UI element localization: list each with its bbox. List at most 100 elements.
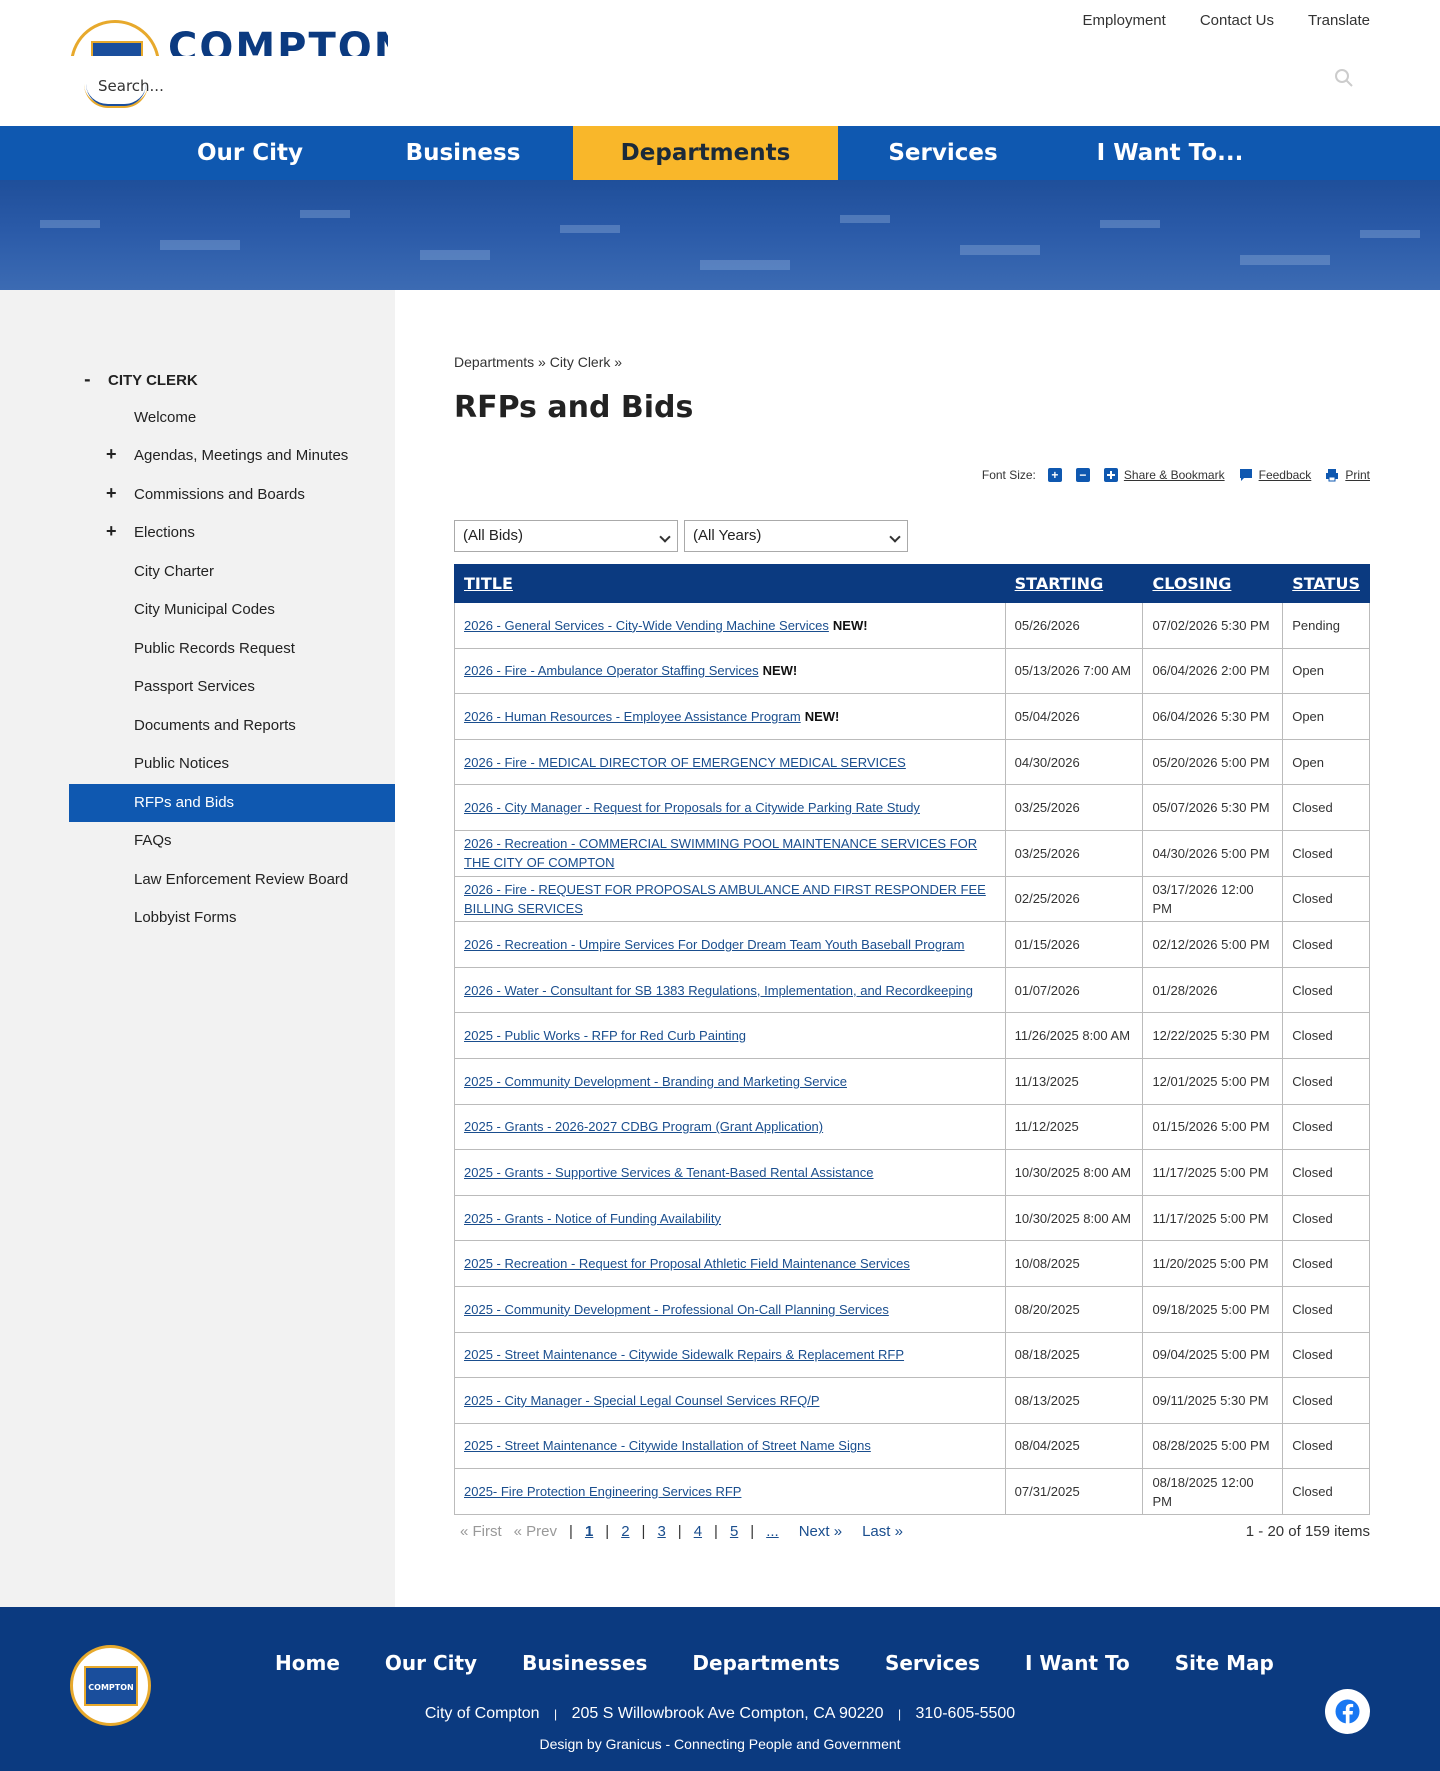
expand-icon[interactable]: + — [106, 444, 117, 465]
bid-title-link[interactable]: 2026 - Fire - Ambulance Operator Staffin… — [464, 663, 759, 678]
col-header-status[interactable]: STATUS — [1282, 564, 1370, 603]
footer-businesses-link[interactable]: Businesses — [522, 1651, 647, 1675]
expand-icon[interactable]: + — [106, 521, 117, 542]
footer-departments-link[interactable]: Departments — [692, 1651, 840, 1675]
bid-title-link[interactable]: 2025 - Street Maintenance - Citywide Ins… — [464, 1438, 871, 1453]
cell-status: Closed — [1282, 1240, 1370, 1287]
footer-street: 205 S Willowbrook Ave Compton, CA 90220 — [571, 1705, 884, 1722]
col-header-closing[interactable]: CLOSING — [1142, 564, 1284, 603]
sidebar-item-municipal-codes[interactable]: City Municipal Codes — [69, 591, 395, 629]
sidebar-group-city-clerk[interactable]: CITY CLERK — [108, 372, 198, 389]
nav-our-city[interactable]: Our City — [160, 126, 340, 180]
bid-title-link[interactable]: 2025 - Public Works - RFP for Red Curb P… — [464, 1028, 746, 1043]
bid-title-link[interactable]: 2026 - General Services - City-Wide Vend… — [464, 618, 829, 633]
expand-icon[interactable]: + — [106, 483, 117, 504]
pager-last[interactable]: Last » — [862, 1523, 903, 1540]
nav-services[interactable]: Services — [853, 126, 1033, 180]
sidebar-item-law-enforcement[interactable]: Law Enforcement Review Board — [69, 861, 395, 899]
font-increase-button[interactable]: + — [1047, 468, 1062, 482]
nav-departments[interactable]: Departments — [573, 126, 838, 180]
cell-closing: 06/04/2026 2:00 PM — [1142, 647, 1284, 695]
cell-starting: 05/13/2026 7:00 AM — [1004, 647, 1144, 695]
bids-table-body: 2026 - General Services - City-Wide Vend… — [454, 602, 1370, 1515]
table-row: 2026 - City Manager - Request for Propos… — [454, 784, 1370, 831]
bid-title-link[interactable]: 2025 - Grants - Notice of Funding Availa… — [464, 1211, 721, 1226]
nav-i-want-to[interactable]: I Want To... — [1080, 126, 1260, 180]
bid-title-link[interactable]: 2025- Fire Protection Engineering Servic… — [464, 1484, 741, 1499]
pager-page-4[interactable]: 4 — [694, 1523, 702, 1540]
pager-page-1[interactable]: 1 — [585, 1523, 593, 1540]
pager-page-3[interactable]: 3 — [657, 1523, 665, 1540]
bid-title-link[interactable]: 2026 - Recreation - Umpire Services For … — [464, 937, 965, 952]
bid-title-link[interactable]: 2025 - Street Maintenance - Citywide Sid… — [464, 1347, 904, 1362]
pager-separator: | — [714, 1523, 718, 1540]
breadcrumb[interactable]: Departments » City Clerk » — [454, 354, 622, 370]
pager-page-2[interactable]: 2 — [621, 1523, 629, 1540]
bid-title-link[interactable]: 2026 - City Manager - Request for Propos… — [464, 800, 920, 815]
chat-bubble-icon — [1239, 469, 1252, 481]
search-icon[interactable] — [1334, 68, 1354, 88]
font-decrease-button[interactable]: − — [1075, 468, 1090, 482]
search-input[interactable] — [98, 72, 1348, 100]
footer-site-map-link[interactable]: Site Map — [1175, 1651, 1274, 1675]
footer-credit[interactable]: Design by Granicus - Connecting People a… — [0, 1736, 1440, 1752]
cell-title: 2026 - Recreation - COMMERCIAL SWIMMING … — [454, 829, 1006, 877]
sidebar-item-documents[interactable]: Documents and Reports — [69, 707, 395, 745]
footer-nav: Home Our City Businesses Departments Ser… — [275, 1651, 1319, 1675]
years-filter-select[interactable]: (All Years) — [684, 520, 908, 552]
sidebar-item-city-charter[interactable]: City Charter — [69, 553, 395, 591]
cell-title: 2026 - Fire - MEDICAL DIRECTOR OF EMERGE… — [454, 738, 1006, 786]
sidebar-item-public-notices[interactable]: Public Notices — [69, 745, 395, 783]
pager-next[interactable]: Next » — [799, 1523, 842, 1540]
col-header-starting[interactable]: STARTING — [1004, 564, 1144, 603]
sidebar-item-public-records[interactable]: Public Records Request — [69, 630, 395, 668]
sidebar-item-faqs[interactable]: FAQs — [69, 822, 395, 860]
sidebar-item-welcome[interactable]: Welcome — [69, 399, 395, 437]
employment-link[interactable]: Employment — [1082, 12, 1165, 29]
bid-title-link[interactable]: 2026 - Fire - REQUEST FOR PROPOSALS AMBU… — [464, 882, 986, 916]
pager-page-5[interactable]: 5 — [730, 1523, 738, 1540]
footer-i-want-to-link[interactable]: I Want To — [1025, 1651, 1130, 1675]
bid-title-link[interactable]: 2026 - Recreation - COMMERCIAL SWIMMING … — [464, 836, 977, 870]
table-row: 2025 - Community Development - Branding … — [454, 1057, 1370, 1105]
cell-closing: 02/12/2026 5:00 PM — [1142, 921, 1284, 968]
footer-services-link[interactable]: Services — [885, 1651, 980, 1675]
bid-title-link[interactable]: 2025 - Grants - Supportive Services & Te… — [464, 1165, 873, 1180]
cell-starting: 07/31/2025 — [1004, 1468, 1144, 1515]
bid-title-link[interactable]: 2026 - Fire - MEDICAL DIRECTOR OF EMERGE… — [464, 755, 906, 770]
cell-starting: 08/04/2025 — [1004, 1422, 1144, 1470]
sidebar-item-rfps-bids[interactable]: RFPs and Bids — [69, 784, 395, 822]
col-header-title[interactable]: TITLE — [454, 564, 1006, 603]
print-link[interactable]: Print — [1325, 468, 1370, 482]
facebook-link[interactable] — [1325, 1689, 1370, 1734]
sidebar-item-lobbyist[interactable]: Lobbyist Forms — [69, 899, 395, 937]
nav-business[interactable]: Business — [373, 126, 553, 180]
share-bookmark-link[interactable]: Share & Bookmark — [1103, 468, 1225, 482]
translate-link[interactable]: Translate — [1308, 12, 1370, 29]
hero-banner — [0, 180, 1440, 290]
bid-title-link[interactable]: 2025 - Community Development - Branding … — [464, 1074, 847, 1089]
bid-title-link[interactable]: 2026 - Water - Consultant for SB 1383 Re… — [464, 983, 973, 998]
site-logo[interactable]: COMPTON — [68, 16, 388, 56]
sidebar-item-agendas[interactable]: Agendas, Meetings and Minutes — [69, 437, 395, 475]
bid-title-link[interactable]: 2025 - Community Development - Professio… — [464, 1302, 889, 1317]
footer-phone[interactable]: 310-605-5500 — [916, 1705, 1016, 1722]
sidebar-item-commissions[interactable]: Commissions and Boards — [69, 476, 395, 514]
cell-closing: 03/17/2026 12:00 PM — [1142, 875, 1284, 923]
feedback-link[interactable]: Feedback — [1239, 468, 1311, 482]
pager-ellipsis[interactable]: ... — [766, 1523, 779, 1540]
contact-us-link[interactable]: Contact Us — [1200, 12, 1274, 29]
bid-title-link[interactable]: 2025 - City Manager - Special Legal Coun… — [464, 1393, 820, 1408]
footer-our-city-link[interactable]: Our City — [385, 1651, 477, 1675]
bid-title-link[interactable]: 2026 - Human Resources - Employee Assist… — [464, 709, 801, 724]
cell-title: 2025- Fire Protection Engineering Servic… — [454, 1468, 1006, 1515]
cell-starting: 01/07/2026 — [1004, 966, 1144, 1014]
table-row: 2026 - Recreation - Umpire Services For … — [454, 921, 1370, 968]
bids-filter-select[interactable]: (All Bids) — [454, 520, 678, 552]
bid-title-link[interactable]: 2025 - Recreation - Request for Proposal… — [464, 1256, 910, 1271]
sidebar-item-passport[interactable]: Passport Services — [69, 668, 395, 706]
collapse-icon[interactable]: - — [84, 370, 91, 389]
bid-title-link[interactable]: 2025 - Grants - 2026-2027 CDBG Program (… — [464, 1119, 823, 1134]
sidebar-item-elections[interactable]: Elections — [69, 514, 395, 552]
footer-home-link[interactable]: Home — [275, 1651, 340, 1675]
